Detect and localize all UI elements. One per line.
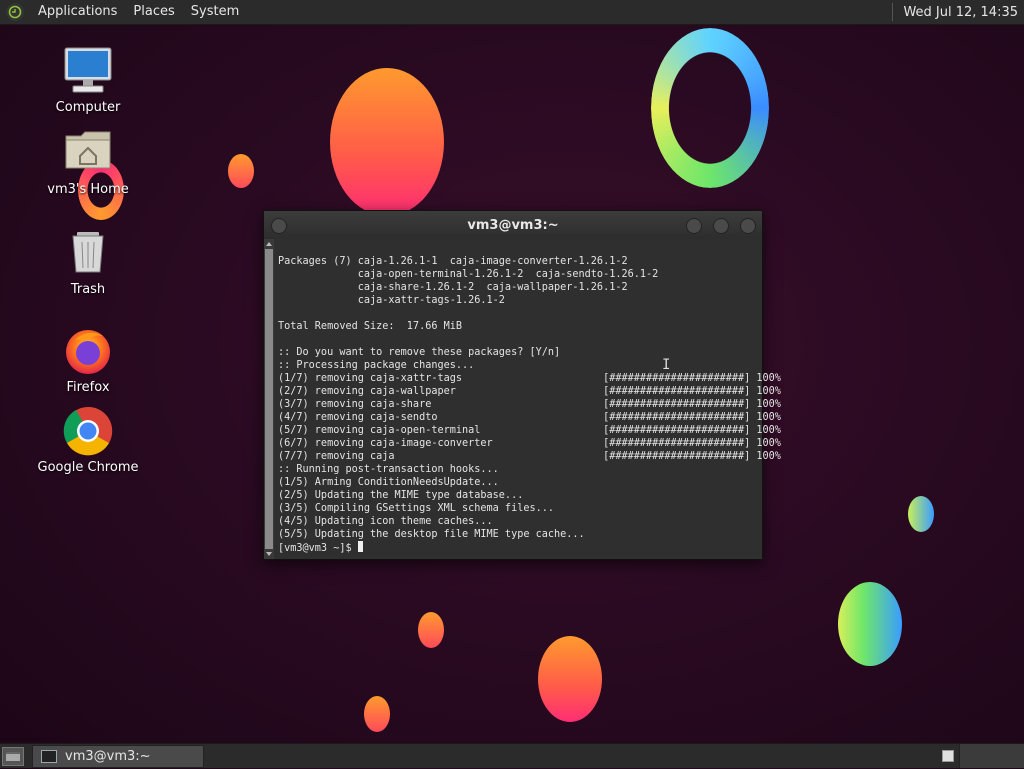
wallpaper-ring xyxy=(651,28,769,188)
text-cursor xyxy=(357,541,363,552)
terminal-line: (4/5) Updating icon theme caches... xyxy=(278,516,493,527)
terminal-lines: Packages (7) caja-1.26.1-1 caja-image-co… xyxy=(278,256,781,540)
wallpaper-blob xyxy=(838,582,902,666)
terminal-line: (3/5) Compiling GSettings XML schema fil… xyxy=(278,503,555,514)
terminal-titlebar[interactable]: vm3@vm3:~ xyxy=(264,211,762,239)
terminal-line: (2/7) removing caja-wallpaper [#########… xyxy=(278,386,781,397)
desktop-icon-home[interactable]: vm3's Home xyxy=(33,128,143,197)
show-desktop-icon xyxy=(6,752,20,761)
close-button[interactable] xyxy=(740,218,756,234)
wallpaper-blob xyxy=(228,154,254,188)
scroll-down-icon[interactable] xyxy=(264,549,274,559)
clock[interactable]: Wed Jul 12, 14:35 xyxy=(903,5,1024,20)
terminal-line: :: Processing package changes... xyxy=(278,360,475,371)
terminal-line: (1/7) removing caja-xattr-tags [########… xyxy=(278,373,781,384)
wallpaper-blob xyxy=(330,68,444,216)
desktop-icon-label: Google Chrome xyxy=(37,460,139,475)
desktop-icon-chrome[interactable]: Google Chrome xyxy=(33,406,143,475)
desktop-icon-trash[interactable]: Trash xyxy=(33,228,143,297)
terminal-line: (4/7) removing caja-sendto [############… xyxy=(278,412,781,423)
terminal-line: (5/5) Updating the desktop file MIME typ… xyxy=(278,529,585,540)
terminal-line: (6/7) removing caja-image-converter [###… xyxy=(278,438,781,449)
terminal-line: caja-share-1.26.1-2 caja-wallpaper-1.26.… xyxy=(357,282,628,293)
shell-prompt: [vm3@vm3 ~]$ xyxy=(278,543,358,554)
desktop-icon-label: vm3's Home xyxy=(47,182,129,197)
taskbar-button-terminal[interactable]: vm3@vm3:~ xyxy=(32,745,204,768)
desktop-icon-label: Trash xyxy=(70,282,106,297)
wallpaper-blob xyxy=(908,496,934,532)
terminal-line: Total Removed Size: 17.66 MiB xyxy=(278,321,463,332)
desktop-icon-firefox[interactable]: Firefox xyxy=(33,326,143,395)
terminal-scrollbar[interactable] xyxy=(264,239,274,559)
terminal-line: caja-xattr-tags-1.26.1-2 xyxy=(357,295,505,306)
maximize-button[interactable] xyxy=(713,218,729,234)
terminal-line: (1/5) Arming ConditionNeedsUpdate... xyxy=(278,477,499,488)
desktop-icon-label: Firefox xyxy=(66,380,110,395)
scroll-up-icon[interactable] xyxy=(264,239,274,249)
terminal-line: :: Running post-transaction hooks... xyxy=(278,464,499,475)
home-folder-icon xyxy=(63,128,113,178)
terminal-line: (2/5) Updating the MIME type database... xyxy=(278,490,524,501)
bottom-panel: vm3@vm3:~ xyxy=(0,743,1024,768)
firefox-icon xyxy=(63,326,113,376)
wallpaper-blob xyxy=(364,696,390,732)
workspace-indicator[interactable] xyxy=(942,750,954,762)
menu-places[interactable]: Places xyxy=(125,0,182,24)
minimize-button[interactable] xyxy=(686,218,702,234)
terminal-line: (5/7) removing caja-open-terminal [#####… xyxy=(278,425,781,436)
mouse-ibeam-icon: I xyxy=(662,357,671,373)
terminal-line: Packages (7) caja-1.26.1-1 caja-image-co… xyxy=(278,256,628,267)
menu-system[interactable]: System xyxy=(183,0,247,24)
clock-area: Wed Jul 12, 14:35 xyxy=(892,0,1024,24)
terminal-body[interactable]: Packages (7) caja-1.26.1-1 caja-image-co… xyxy=(264,239,781,559)
trash-icon xyxy=(63,228,113,278)
terminal-line: caja-open-terminal-1.26.1-2 caja-sendto-… xyxy=(357,269,659,280)
mate-logo-icon[interactable] xyxy=(6,3,24,21)
chrome-icon xyxy=(63,406,113,456)
taskbar-button-label: vm3@vm3:~ xyxy=(65,749,151,764)
workspace-switcher[interactable] xyxy=(959,744,1024,768)
scroll-thumb[interactable] xyxy=(265,249,273,549)
top-panel: Applications Places System Wed Jul 12, 1… xyxy=(0,0,1024,25)
terminal-output: Packages (7) caja-1.26.1-1 caja-image-co… xyxy=(278,255,781,555)
show-desktop-button[interactable] xyxy=(2,747,24,766)
desktop-icon-label: Computer xyxy=(55,100,121,115)
desktop-icon-computer[interactable]: Computer xyxy=(33,46,143,115)
panel-separator xyxy=(892,3,894,21)
menu-applications[interactable]: Applications xyxy=(30,0,125,24)
terminal-line: (3/7) removing caja-share [#############… xyxy=(278,399,781,410)
terminal-window[interactable]: vm3@vm3:~ Packages (7) caja-1.26.1-1 caj… xyxy=(263,210,781,560)
computer-icon xyxy=(63,46,113,96)
terminal-icon xyxy=(41,750,57,763)
terminal-line: :: Do you want to remove these packages?… xyxy=(278,347,561,358)
wallpaper-blob xyxy=(538,636,602,722)
wallpaper-blob xyxy=(418,612,444,648)
terminal-line: (7/7) removing caja [###################… xyxy=(278,451,781,462)
